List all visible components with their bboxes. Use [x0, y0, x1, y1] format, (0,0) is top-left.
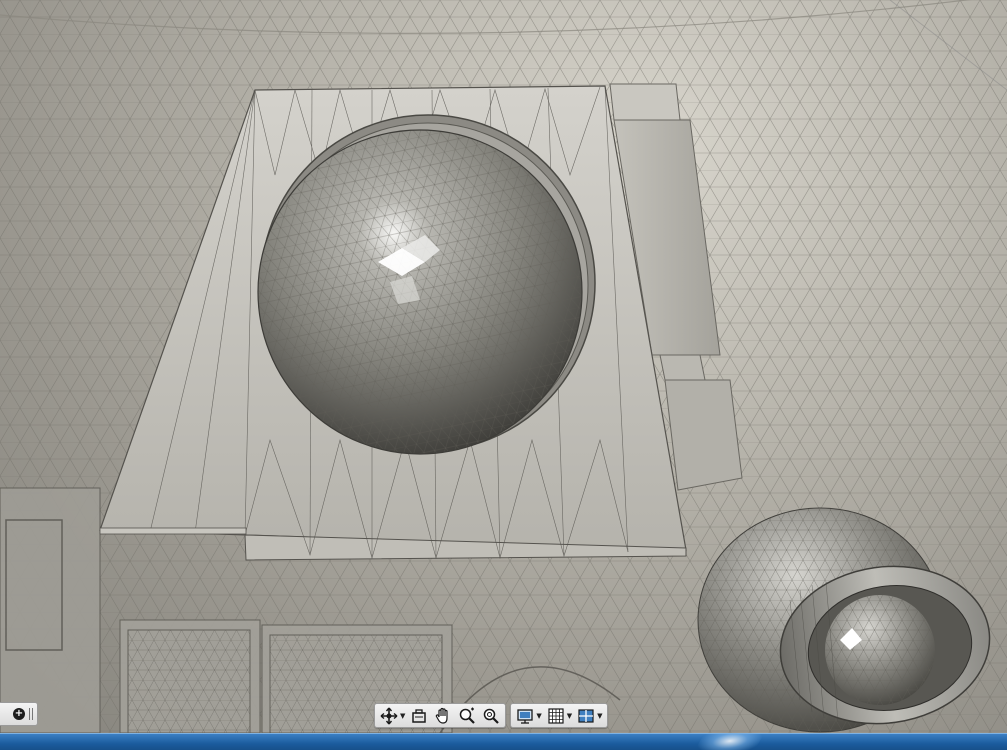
- display-settings-icon: [517, 708, 534, 724]
- taskbar-highlight: [692, 734, 768, 750]
- grid-button[interactable]: [545, 706, 567, 726]
- hand-pan-icon: [436, 707, 448, 724]
- viewport-left-control[interactable]: +: [0, 702, 38, 726]
- display-settings-button[interactable]: [514, 706, 536, 726]
- zoom-icon: [484, 708, 500, 724]
- chevron-down-icon[interactable]: ▼: [597, 712, 602, 720]
- zoom-window-icon: [460, 707, 476, 724]
- viewports-button[interactable]: [575, 706, 597, 726]
- zoom-button[interactable]: [480, 706, 502, 726]
- viewports-icon: [578, 708, 594, 723]
- taskbar: [0, 733, 1007, 750]
- zoom-window-button[interactable]: [456, 706, 478, 726]
- chevron-down-icon[interactable]: ▼: [400, 712, 405, 720]
- chevron-down-icon[interactable]: ▼: [536, 712, 541, 720]
- pan-orbit-icon: [380, 707, 398, 724]
- chevron-down-icon[interactable]: ▼: [567, 712, 572, 720]
- look-at-button[interactable]: [408, 706, 430, 726]
- plus-circle-icon[interactable]: +: [13, 708, 25, 720]
- grip-handle[interactable]: [29, 708, 33, 720]
- nav-tools-group: ▼: [374, 703, 507, 728]
- mesh-scene: [0, 0, 1007, 733]
- 3d-viewport[interactable]: [0, 0, 1007, 733]
- hand-pan-button[interactable]: [432, 706, 454, 726]
- display-tools-group: ▼ ▼ ▼: [510, 703, 608, 728]
- look-at-icon: [412, 708, 427, 723]
- grid-icon: [548, 707, 564, 724]
- navigation-bar: ▼ ▼ ▼ ▼: [374, 703, 608, 728]
- pan-orbit-button[interactable]: [378, 706, 400, 726]
